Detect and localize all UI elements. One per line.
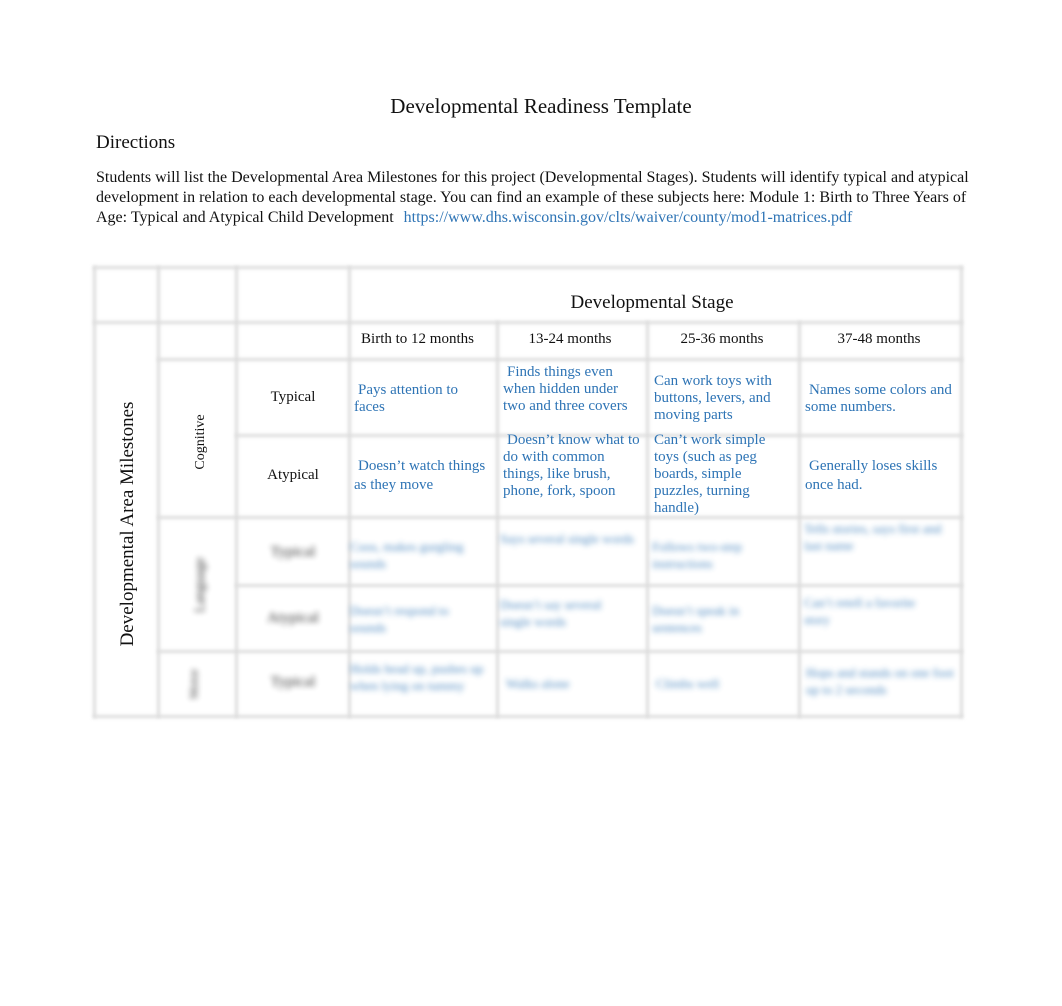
column-header: 37-48 months [837,331,921,347]
page-title: Developmental Readiness Template [390,94,692,118]
stage-header: Developmental Stage [570,292,734,313]
area-label-language: Language [193,557,208,613]
directions-paragraph: Students will list the Developmental Are… [96,168,976,228]
table-cell: Coos, makes gurgling sounds [350,539,464,571]
table-cell: Doesn’t speak in sentences [652,603,740,635]
table-cell: Finds things even when hidden under two … [503,364,628,414]
grid-line [798,321,801,718]
directions-heading: Directions [96,132,176,153]
table-cell: Doesn’t know what to do with common thin… [503,432,640,499]
grid-line [646,321,649,718]
side-header: Developmental Area Milestones [117,401,138,647]
table-cell: Walks alone [506,676,570,691]
grid-line [157,650,963,653]
area-label-cognitive: Cognitive [193,414,208,470]
table-cell: Can work toys with buttons, levers, and … [654,373,772,423]
row-label-atypical: Atypical [267,610,319,626]
grid-line [157,358,963,361]
table-cell: Holds head up, pushes up when lying on t… [350,661,484,693]
table-cell: Tells stories, says first and last name [804,521,942,553]
table-cell: Says several single words [500,531,634,546]
grid-line [93,715,963,718]
grid-line [157,516,963,519]
table-cell: Can’t work simple toys (such as peg boar… [654,432,766,516]
column-header: 25-36 months [680,331,764,347]
row-label-typical: Typical [270,674,316,690]
module-link[interactable]: https://www.dhs.wisconsin.gov/clts/waive… [404,209,853,226]
table-cell: Pays attention to faces [354,382,458,415]
table-cell: Generally loses skills once had. [805,458,938,493]
grid-line [496,321,499,718]
table-cell: Can’t retell a favorite story [804,595,916,627]
table-cell: Hops and stands on one foot up to 2 seco… [806,665,954,697]
table-cell: Climbs well [656,676,720,691]
column-header: 13-24 months [528,331,612,347]
row-label-atypical: Atypical [267,467,319,483]
table-cell: Doesn’t watch things as they move [354,458,486,493]
row-label-typical: Typical [270,389,316,405]
grid-line [93,266,96,718]
grid-line [93,266,963,269]
row-label-typical: Typical [270,544,316,560]
table-cell: Names some colors and some numbers. [805,382,952,415]
grid-line [235,584,963,587]
column-header: Birth to 12 months [361,331,474,347]
table-cell: Doesn’t respond to sounds [350,603,449,635]
table-cell: Follows two-step instructions [652,539,742,571]
table-cell: Doesn’t say several single words [500,597,602,629]
area-label-motor: Motor [186,669,201,699]
grid-line [93,321,963,324]
